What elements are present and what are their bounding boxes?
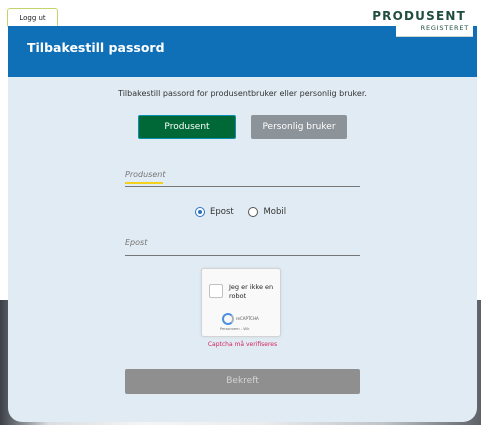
epost-radio-label: Epost (210, 207, 234, 217)
contact-method-radio-group: Epost Mobil (195, 207, 298, 218)
mobil-radio[interactable]: Mobil (248, 207, 298, 218)
brand-sub-tab: REGISTERET (396, 22, 473, 37)
captcha-error-message: Captcha må verifiseres (207, 341, 278, 348)
logout-button[interactable]: Logg ut (7, 8, 58, 28)
checkbox-icon[interactable] (209, 284, 223, 298)
epost-input[interactable]: Epost (125, 238, 147, 247)
brand-logo: PRODUSENT (372, 9, 466, 23)
produsent-input[interactable]: Produsent (125, 170, 165, 179)
recaptcha-widget: Jeg er ikke en robot reCAPTCHA Personver… (201, 268, 281, 337)
recaptcha-logo-icon (222, 313, 234, 325)
personlig-bruker-toggle-button[interactable]: Personlig bruker (251, 115, 347, 139)
recaptcha-label: Jeg er ikke en robot (229, 283, 274, 300)
epost-radio[interactable]: Epost (195, 207, 246, 218)
recaptcha-brand: reCAPTCHA (236, 316, 259, 321)
intro-text: Tilbakestill passord for produsentbruker… (118, 89, 367, 98)
mobil-radio-label: Mobil (263, 207, 287, 217)
produsent-field-focus-line (125, 182, 163, 184)
reset-password-card: Tilbakestill passord Tilbakestill passor… (8, 26, 477, 422)
brand-sub-label: REGISTERET (420, 24, 469, 32)
radio-checked-icon (195, 207, 205, 217)
brand-name: PRODUSENT (372, 9, 466, 23)
bekreft-button[interactable]: Bekreft (125, 369, 360, 394)
page-title: Tilbakestill passord (27, 40, 165, 55)
recaptcha-links[interactable]: Personvern - Vilk (220, 327, 249, 331)
radio-unchecked-icon (248, 207, 259, 217)
epost-field-underline (125, 255, 360, 256)
produsent-toggle-button[interactable]: Produsent (138, 115, 236, 139)
produsent-field-underline (125, 186, 360, 187)
